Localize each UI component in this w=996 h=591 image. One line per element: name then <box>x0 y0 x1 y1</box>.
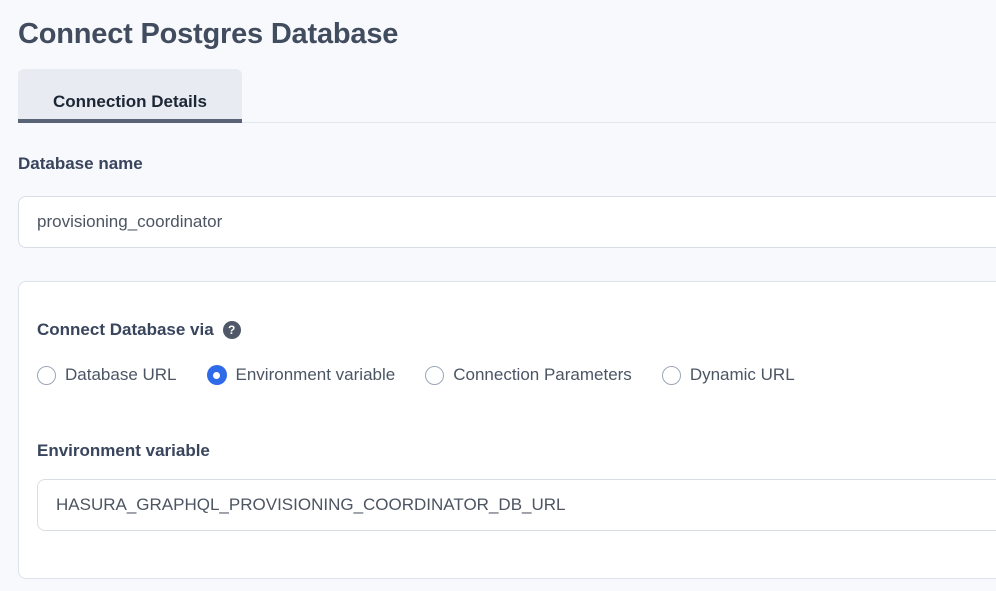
connect-via-radio-group: Database URL Environment variable Connec… <box>37 365 996 385</box>
connect-database-via-card: Connect Database via ? Database URL Envi… <box>18 281 996 579</box>
radio-icon <box>425 366 444 385</box>
radio-dynamic-url[interactable]: Dynamic URL <box>662 365 795 385</box>
connect-via-label: Connect Database via <box>37 320 214 340</box>
radio-icon <box>662 366 681 385</box>
connect-database-page: Connect Postgres Database Connection Det… <box>0 0 996 591</box>
radio-label: Dynamic URL <box>690 365 795 385</box>
radio-label: Database URL <box>65 365 177 385</box>
page-title: Connect Postgres Database <box>18 0 996 52</box>
question-mark-circle-icon[interactable]: ? <box>223 321 241 339</box>
tab-bar: Connection Details <box>18 69 996 123</box>
radio-database-url[interactable]: Database URL <box>37 365 177 385</box>
environment-variable-input[interactable] <box>37 479 996 531</box>
tab-connection-details[interactable]: Connection Details <box>18 69 242 123</box>
radio-icon <box>37 366 56 385</box>
radio-label: Connection Parameters <box>453 365 632 385</box>
database-name-input[interactable] <box>18 196 996 248</box>
radio-environment-variable[interactable]: Environment variable <box>207 365 396 385</box>
radio-icon <box>207 365 227 385</box>
environment-variable-label: Environment variable <box>37 441 996 461</box>
radio-label: Environment variable <box>236 365 396 385</box>
database-name-label: Database name <box>18 154 996 174</box>
radio-connection-parameters[interactable]: Connection Parameters <box>425 365 632 385</box>
